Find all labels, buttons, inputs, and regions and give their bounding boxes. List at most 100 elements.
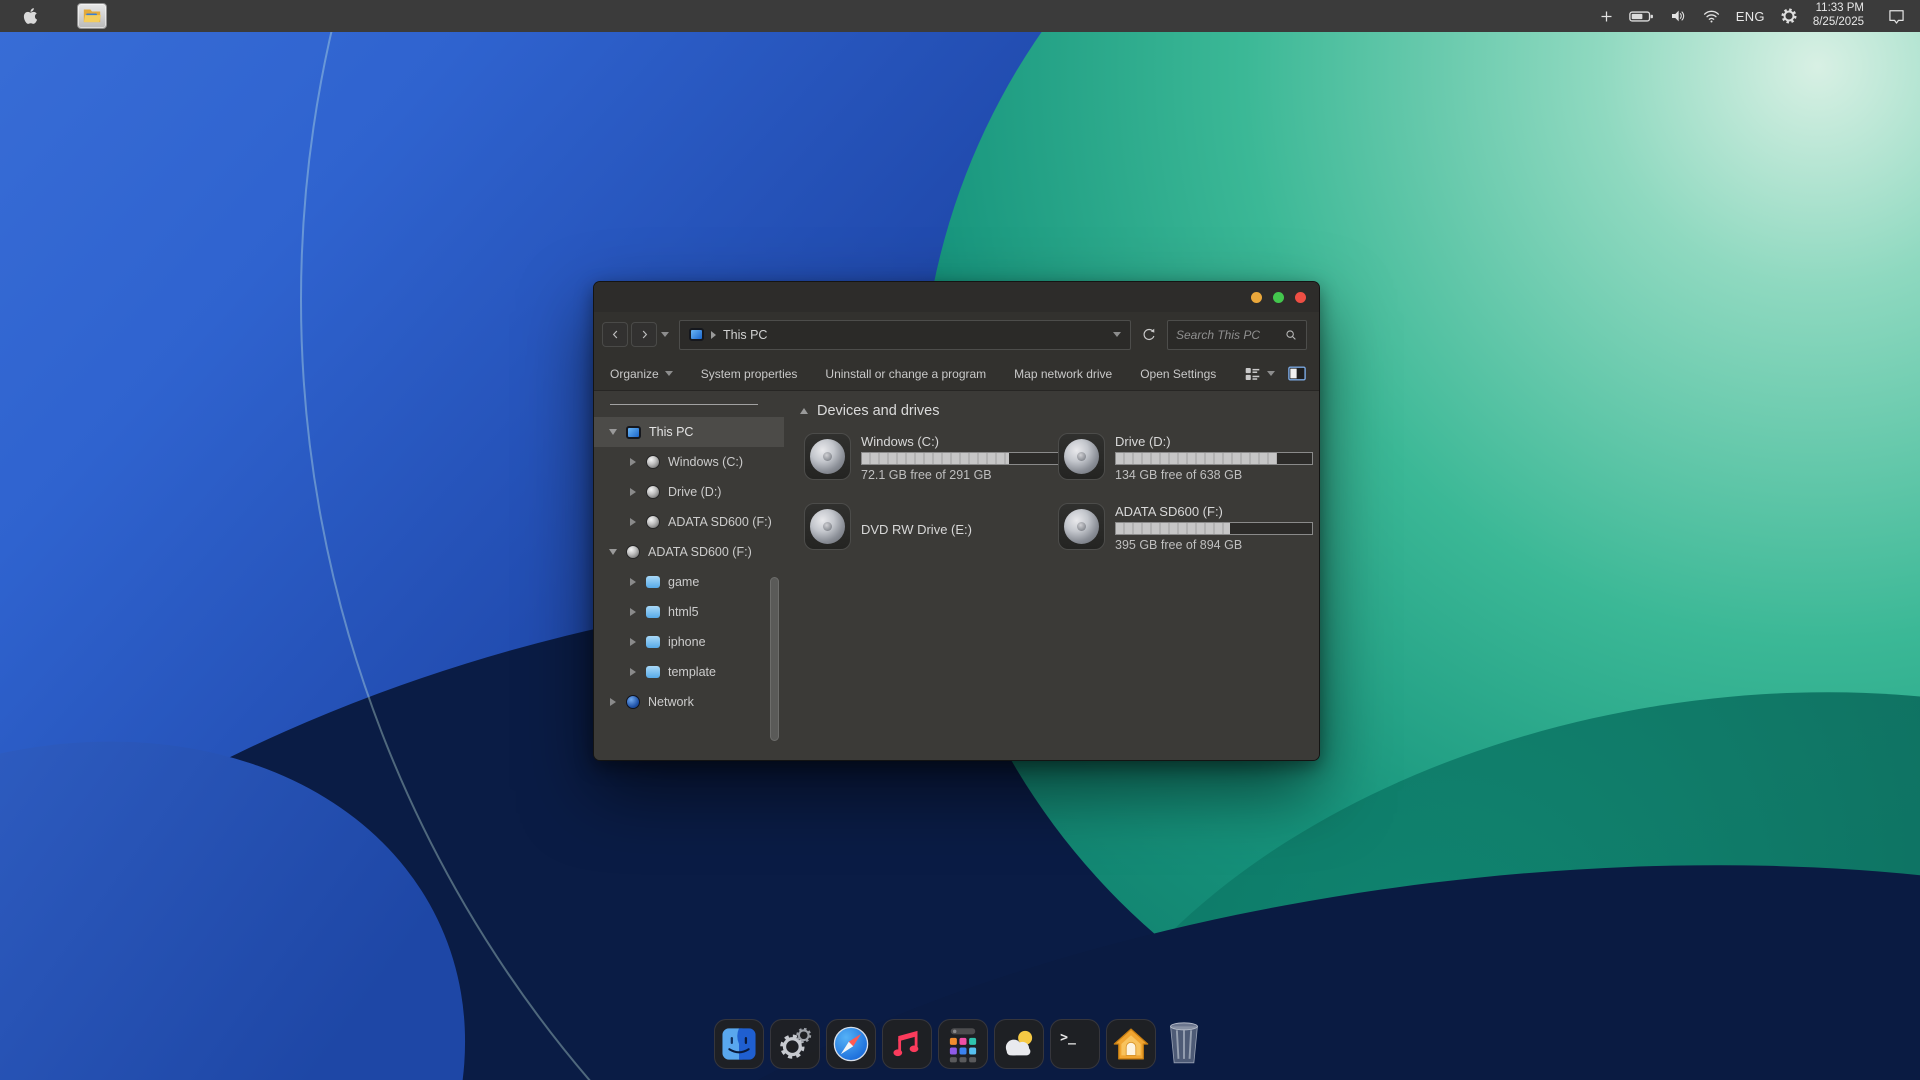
disc-icon	[626, 545, 640, 559]
gear-icon[interactable]	[1780, 7, 1798, 25]
menu-bar: ENG 11:33 PM 8/25/2025	[0, 0, 1920, 32]
dock-terminal-icon[interactable]: >_	[1050, 1019, 1100, 1069]
drive-disc-icon	[1058, 503, 1105, 550]
folder-icon	[646, 606, 660, 618]
maximize-button[interactable]	[1273, 291, 1284, 303]
file-explorer-taskbar-button[interactable]	[77, 3, 107, 29]
sidebar-item-adata-sd600-f[interactable]: ADATA SD600 (F:)	[594, 507, 784, 537]
navigation-bar: This PC	[594, 312, 1319, 357]
drive-item-windows-c[interactable]: Windows (C:) 72.1 GB free of 291 GB	[804, 433, 1059, 485]
dock-home-icon[interactable]	[1106, 1019, 1156, 1069]
volume-icon[interactable]	[1669, 8, 1687, 24]
system-properties-button[interactable]: System properties	[701, 367, 798, 381]
dock-safari-icon[interactable]	[826, 1019, 876, 1069]
battery-icon[interactable]	[1628, 10, 1654, 23]
preview-pane-icon	[1288, 366, 1307, 381]
refresh-button[interactable]	[1141, 327, 1157, 343]
notification-bubble-icon[interactable]	[1887, 8, 1906, 25]
sidebar-item-windows-c[interactable]: Windows (C:)	[594, 447, 784, 477]
collapse-arrow-icon[interactable]	[608, 429, 618, 435]
map-network-drive-button[interactable]: Map network drive	[1014, 367, 1112, 381]
dock-finder-icon[interactable]	[714, 1019, 764, 1069]
drive-item-adata-sd600-f[interactable]: ADATA SD600 (F:) 395 GB free of 894 GB	[1058, 503, 1313, 555]
sidebar-item-drive-d[interactable]: Drive (D:)	[594, 477, 784, 507]
apple-icon[interactable]	[22, 6, 39, 26]
breadcrumb[interactable]: This PC	[723, 328, 767, 342]
folder-icon	[646, 636, 660, 648]
window-body: This PC Windows (C:) Drive (D:) ADATA SD600…	[594, 391, 1319, 760]
capacity-bar	[861, 452, 1059, 465]
dock-music-icon[interactable]	[882, 1019, 932, 1069]
view-mode-button[interactable]	[1244, 366, 1276, 382]
sidebar-item-label: This PC	[649, 425, 694, 439]
sidebar-divider	[610, 404, 758, 405]
expand-arrow-icon[interactable]	[628, 458, 638, 466]
history-dropdown-button[interactable]	[661, 332, 669, 337]
collapse-section-icon[interactable]	[800, 408, 808, 414]
expand-arrow-icon[interactable]	[628, 488, 638, 496]
sidebar-item-adata-sd600-f[interactable]: ADATA SD600 (F:)	[594, 537, 784, 567]
drive-info: DVD RW Drive (E:)	[861, 503, 972, 555]
window-titlebar[interactable]	[594, 282, 1319, 312]
address-bar[interactable]: This PC	[679, 319, 1131, 350]
back-button[interactable]	[602, 322, 628, 347]
dock-launchpad-icon[interactable]	[938, 1019, 988, 1069]
help-button[interactable]: ?	[1319, 365, 1320, 382]
uninstall-program-button[interactable]: Uninstall or change a program	[825, 367, 986, 381]
clock[interactable]: 11:33 PM 8/25/2025	[1813, 2, 1864, 30]
sidebar-item-network[interactable]: Network	[594, 687, 784, 717]
expand-arrow-icon[interactable]	[628, 518, 638, 526]
sidebar-item-game[interactable]: game	[594, 567, 784, 597]
language-indicator[interactable]: ENG	[1736, 9, 1765, 24]
dock-settings-icon[interactable]	[770, 1019, 820, 1069]
organize-label: Organize	[610, 366, 659, 381]
folder-icon	[646, 576, 660, 588]
organize-button[interactable]: Organize	[610, 367, 673, 381]
drive-name: DVD RW Drive (E:)	[861, 522, 972, 537]
close-button[interactable]	[1295, 291, 1306, 303]
command-toolbar: Organize System properties Uninstall or …	[594, 357, 1319, 391]
preview-pane-button[interactable]	[1288, 366, 1307, 381]
content-pane: Devices and drives Windows (C:) 72.1 GB f…	[784, 391, 1319, 760]
dock: >_	[714, 1017, 1206, 1069]
capacity-bar-fill	[1116, 523, 1230, 534]
drive-info: ADATA SD600 (F:) 395 GB free of 894 GB	[1115, 503, 1313, 555]
disc-icon	[646, 455, 660, 469]
sidebar-item-label: html5	[668, 605, 699, 619]
section-header[interactable]: Devices and drives	[800, 403, 1312, 419]
collapse-arrow-icon[interactable]	[608, 549, 618, 555]
search-input[interactable]	[1176, 327, 1278, 342]
sidebar-item-label: Windows (C:)	[668, 455, 744, 469]
chevron-left-icon	[612, 330, 617, 339]
forward-button[interactable]	[631, 322, 657, 347]
plus-icon[interactable]	[1599, 9, 1614, 24]
drive-item-dvd-rw-drive-e[interactable]: DVD RW Drive (E:)	[804, 503, 1058, 555]
clock-time: 11:33 PM	[1815, 2, 1864, 15]
expand-arrow-icon[interactable]	[628, 668, 638, 676]
expand-arrow-icon[interactable]	[628, 578, 638, 586]
drive-name: Drive (D:)	[1115, 434, 1171, 449]
sidebar-item-iphone[interactable]: iphone	[594, 627, 784, 657]
sidebar-scrollbar[interactable]	[770, 577, 779, 741]
drive-item-drive-d[interactable]: Drive (D:) 134 GB free of 638 GB	[1058, 433, 1313, 485]
open-settings-button[interactable]: Open Settings	[1140, 367, 1216, 381]
dock-weather-icon[interactable]	[994, 1019, 1044, 1069]
drive-grid: Windows (C:) 72.1 GB free of 291 GB Drive …	[804, 433, 1313, 555]
this-pc-icon	[689, 328, 704, 341]
sidebar-item-label: iphone	[668, 635, 706, 649]
minimize-button[interactable]	[1251, 291, 1262, 303]
address-dropdown-button[interactable]	[1113, 332, 1121, 337]
file-explorer-window: This PC Organize System properties Unins…	[593, 281, 1320, 761]
breadcrumb-arrow-icon[interactable]	[711, 330, 716, 339]
drive-info: Drive (D:) 134 GB free of 638 GB	[1115, 433, 1313, 485]
wifi-icon[interactable]	[1702, 8, 1721, 24]
svg-text:>_: >_	[1060, 1030, 1076, 1045]
sidebar-item-html5[interactable]: html5	[594, 597, 784, 627]
dock-trash-icon[interactable]	[1162, 1017, 1206, 1069]
sidebar-item-template[interactable]: template	[594, 657, 784, 687]
sidebar-item-this-pc[interactable]: This PC	[594, 417, 784, 447]
expand-arrow-icon[interactable]	[628, 638, 638, 646]
expand-arrow-icon[interactable]	[628, 608, 638, 616]
expand-arrow-icon[interactable]	[608, 698, 618, 706]
search-box[interactable]	[1167, 319, 1307, 350]
